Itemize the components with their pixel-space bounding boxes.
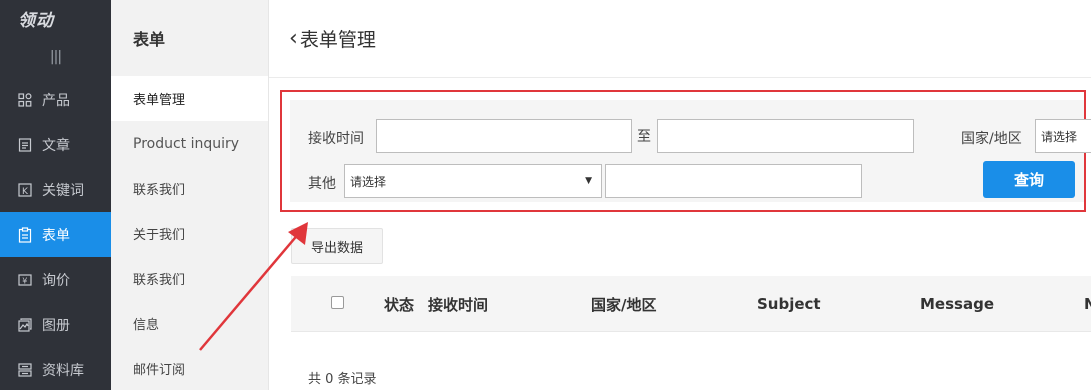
submenu-item-email-subscription[interactable]: 邮件订阅	[111, 346, 268, 390]
main-sidebar: 领动 ||| 产品 文章 K 关键词 表单 ¥ 询价 图册 资料库	[0, 0, 111, 390]
column-truncated[interactable]: N	[1084, 276, 1091, 332]
country-select[interactable]: 请选择	[1035, 119, 1091, 153]
other-select-value: 请选择	[350, 174, 387, 189]
nav-item-library[interactable]: 资料库	[0, 347, 111, 390]
dropdown-arrow-icon: ▼	[585, 176, 592, 186]
collapse-menu-icon[interactable]: |||	[0, 37, 111, 77]
record-count: 共 0 条记录	[308, 372, 377, 387]
column-subject[interactable]: Subject	[757, 276, 821, 332]
k-icon: K	[17, 182, 33, 198]
country-label: 国家/地区	[961, 131, 1022, 147]
submenu-item-messages[interactable]: 信息	[111, 301, 268, 346]
to-label: 至	[637, 129, 651, 145]
column-status[interactable]: 状态	[384, 276, 414, 332]
nav-item-articles[interactable]: 文章	[0, 122, 111, 167]
document-icon	[17, 137, 33, 153]
nav-item-keywords[interactable]: K 关键词	[0, 167, 111, 212]
back-chevron-icon[interactable]: ‹	[289, 27, 298, 50]
submenu-item-contact-us[interactable]: 联系我们	[111, 166, 268, 211]
other-value-input[interactable]	[605, 164, 862, 198]
page-title: 表单管理	[299, 29, 376, 51]
forms-submenu: 表单 表单管理 Product inquiry 联系我们 关于我们 联系我们 信…	[111, 0, 269, 390]
select-all-checkbox[interactable]	[331, 296, 344, 309]
submenu-title: 表单	[133, 30, 166, 49]
column-message[interactable]: Message	[920, 276, 994, 332]
export-data-button[interactable]: 导出数据	[291, 228, 383, 264]
grid-icon	[17, 92, 33, 108]
logo: 领动	[0, 0, 111, 37]
other-select[interactable]: 请选择 ▼	[344, 164, 602, 198]
nav-item-label: 询价	[42, 272, 70, 289]
column-receive-time[interactable]: 接收时间	[428, 276, 488, 332]
receive-time-start-input[interactable]	[376, 119, 632, 153]
database-icon	[17, 362, 33, 378]
page-header: ‹ 表单管理	[269, 0, 1091, 78]
nav-item-label: 关键词	[42, 182, 84, 199]
submenu-item-product-inquiry[interactable]: Product inquiry	[111, 121, 268, 166]
main-content: ‹ 表单管理 接收时间 至 国家/地区 请选择 其他 请选择 ▼ 查询 导出数据…	[269, 0, 1091, 390]
table-header: 状态 接收时间 国家/地区 Subject Message N	[291, 276, 1091, 332]
nav-item-label: 图册	[42, 317, 70, 334]
receive-time-end-input[interactable]	[657, 119, 914, 153]
country-select-value: 请选择	[1041, 129, 1078, 144]
query-button[interactable]: 查询	[983, 161, 1075, 198]
nav-item-gallery[interactable]: 图册	[0, 302, 111, 347]
submenu-item-form-management[interactable]: 表单管理	[111, 76, 268, 121]
column-country[interactable]: 国家/地区	[591, 276, 656, 332]
app: 领动 ||| 产品 文章 K 关键词 表单 ¥ 询价 图册 资料库 表单 表单管…	[0, 0, 1091, 390]
nav-item-label: 资料库	[42, 362, 84, 379]
submenu-item-contact-us-2[interactable]: 联系我们	[111, 256, 268, 301]
other-label: 其他	[308, 176, 336, 192]
nav-item-forms[interactable]: 表单	[0, 212, 111, 257]
nav-item-label: 产品	[42, 92, 70, 109]
logo-text: 领动	[18, 11, 54, 31]
nav-item-label: 表单	[42, 227, 70, 244]
nav-item-label: 文章	[42, 137, 70, 154]
receive-time-label: 接收时间	[308, 131, 364, 147]
nav-item-inquiry[interactable]: ¥ 询价	[0, 257, 111, 302]
nav-item-products[interactable]: 产品	[0, 77, 111, 122]
yen-icon: ¥	[17, 272, 33, 288]
svg-text:¥: ¥	[22, 276, 27, 285]
gallery-icon	[17, 317, 33, 333]
clipboard-icon	[17, 226, 33, 243]
submenu-item-about-us[interactable]: 关于我们	[111, 211, 268, 256]
